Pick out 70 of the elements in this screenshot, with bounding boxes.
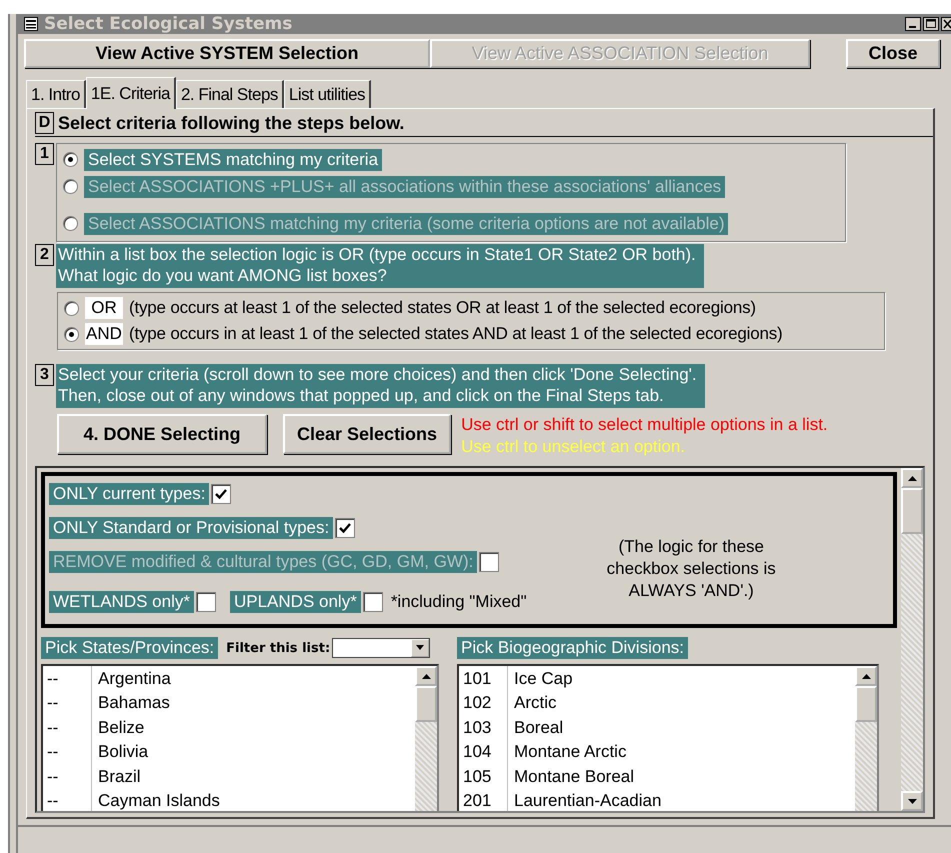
list-row[interactable]: 104 Montane Arctic <box>459 740 855 764</box>
tab[interactable]: List utilities <box>284 80 372 108</box>
filter-label: Filter this list: <box>226 640 330 656</box>
step-badge: 3 <box>35 364 54 386</box>
footnote-text: *including "Mixed" <box>390 592 527 612</box>
window-title: Select Ecological Systems <box>44 14 292 34</box>
checkbox[interactable] <box>335 518 356 538</box>
option-description: (type occurs in at least 1 of the selected states AND at least 1 of the selected ecoregions) <box>129 324 782 344</box>
hint-text: Use ctrl to unselect an option. <box>461 436 686 458</box>
list-row[interactable]: -- Belize <box>43 715 415 740</box>
list-row[interactable]: 101 Ice Cap <box>459 666 855 691</box>
filter-dropdown[interactable] <box>332 638 430 658</box>
hint-text: Use ctrl or shift to select multiple options in a list. <box>461 414 828 436</box>
logic-note: (The logic for these checkbox selections is ALWAYS 'AND'.) <box>606 536 776 602</box>
list-label: Pick Biogeographic Divisions: <box>457 637 688 660</box>
up-arrow-icon[interactable] <box>908 476 916 481</box>
list-row[interactable]: 102 Arctic <box>459 690 855 716</box>
up-arrow-icon[interactable] <box>422 674 430 679</box>
checkbox-label: ONLY current types: <box>49 483 210 506</box>
tab[interactable]: 1E. Criteria <box>86 77 176 110</box>
option-description: (type occurs at least 1 of the selected states OR at least 1 of the selected ecoregions) <box>129 298 756 318</box>
list-row[interactable]: 103 Boreal <box>459 715 855 740</box>
scrollbar[interactable] <box>901 468 923 812</box>
check-icon <box>338 522 352 534</box>
radio-button[interactable] <box>64 326 79 342</box>
up-arrow-icon[interactable] <box>862 674 870 679</box>
instructions-heading: Select criteria following the steps below. <box>58 112 404 134</box>
list-row[interactable]: -- Bahamas <box>43 690 415 716</box>
checkbox-label: WETLANDS only* <box>49 591 194 614</box>
action-button[interactable]: Clear Selections <box>283 414 452 454</box>
caret-icon <box>415 645 426 652</box>
option-label[interactable]: OR <box>85 297 123 320</box>
criteria-instructions: Select your criteria (scroll down to see more choices) and then click 'Done Selecting'. Then, close out of any windows that popped up, and click on the Final Steps tab. <box>56 364 705 408</box>
step-badge: 1 <box>35 143 54 166</box>
list-row[interactable]: -- Brazil <box>43 764 415 789</box>
list-row[interactable]: 105 Montane Boreal <box>459 764 855 789</box>
scrollbar[interactable] <box>855 666 877 812</box>
list-label: Pick States/Provinces: <box>41 637 218 660</box>
list-row[interactable]: -- Bolivia <box>43 740 415 764</box>
option-label[interactable]: AND <box>85 323 123 346</box>
checkbox-label: REMOVE modified & cultural types (GC, GD, GM, GW): <box>49 551 478 574</box>
scroll-thumb[interactable] <box>415 686 437 722</box>
step-badge: D <box>35 112 54 134</box>
list-row[interactable]: -- Argentina <box>43 666 415 691</box>
list-row[interactable]: -- Cayman Islands <box>43 788 415 812</box>
list-row[interactable]: 201 Laurentian-Acadian <box>459 788 855 812</box>
logic-instructions: Within a list box the selection logic is OR (type occurs in State1 OR State2 OR both). What logic do you want AMONG list boxes? <box>56 244 704 288</box>
checkbox[interactable] <box>362 592 383 612</box>
tab[interactable]: 2. Final Steps <box>176 80 284 108</box>
checkbox[interactable] <box>196 592 216 612</box>
radio-button[interactable] <box>63 152 78 168</box>
step-badge: 2 <box>35 244 54 266</box>
down-arrow-icon[interactable] <box>908 798 916 804</box>
tab[interactable]: 1. Intro <box>26 80 86 108</box>
toolbar-button[interactable]: Close <box>846 39 940 68</box>
scrollbar[interactable] <box>415 666 437 812</box>
checkbox[interactable] <box>211 484 232 504</box>
check-icon <box>214 488 228 500</box>
close-icon[interactable] <box>941 17 951 32</box>
option-label[interactable]: Select SYSTEMS matching my criteria <box>84 148 382 171</box>
checkbox-label: UPLANDS only* <box>230 591 361 614</box>
radio-button[interactable] <box>64 300 79 316</box>
scroll-thumb[interactable] <box>901 488 923 534</box>
form-icon <box>24 17 38 32</box>
toolbar-button[interactable]: View Active SYSTEM Selection <box>24 39 430 68</box>
maximize-icon[interactable] <box>923 17 939 32</box>
action-button[interactable]: 4. DONE Selecting <box>57 414 267 454</box>
minimize-icon[interactable] <box>905 17 921 32</box>
checkbox-label: ONLY Standard or Provisional types: <box>49 517 334 540</box>
scroll-thumb[interactable] <box>855 686 877 722</box>
